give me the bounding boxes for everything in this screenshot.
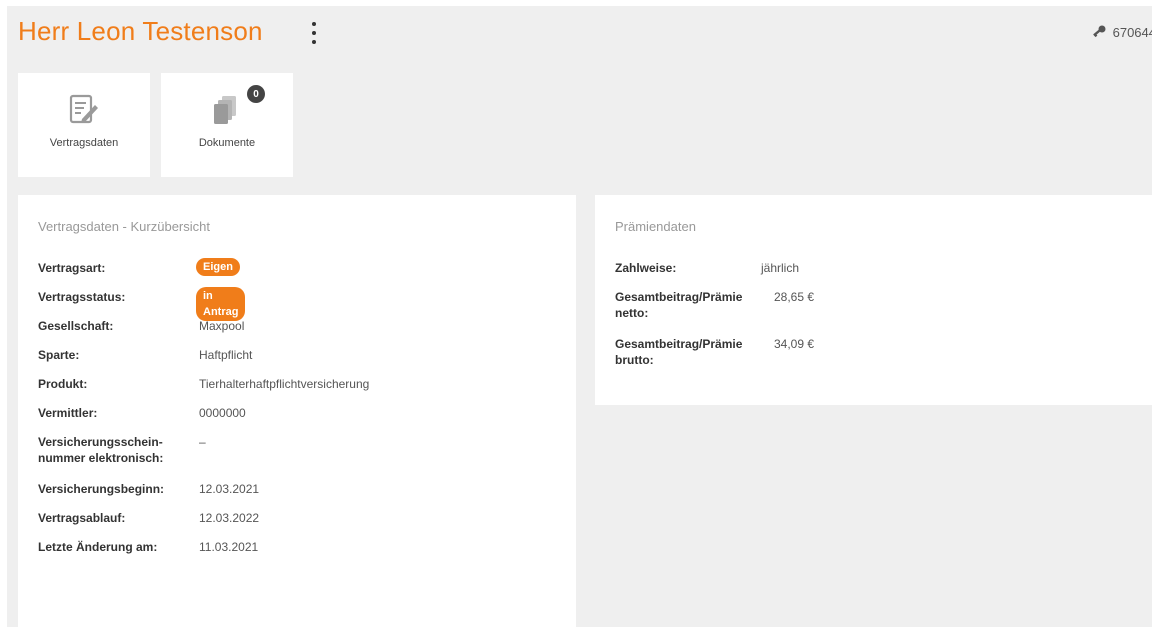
field-label-line2: brutto: bbox=[615, 353, 654, 367]
field-value: 12.03.2021 bbox=[199, 482, 260, 496]
more-options-icon[interactable] bbox=[309, 22, 319, 44]
contract-overview-card: Vertragsdaten - Kurzübersicht Vertragsar… bbox=[18, 195, 576, 627]
card-title: Prämiendaten bbox=[615, 219, 696, 234]
documents-count-badge: 0 bbox=[247, 85, 265, 103]
field-value: – bbox=[199, 435, 206, 449]
field-value: 34,09 € bbox=[774, 337, 815, 351]
field-label: Zahlweise: bbox=[615, 261, 677, 275]
field-label: Sparte: bbox=[38, 348, 80, 362]
field-value: 12.03.2022 bbox=[199, 511, 260, 525]
tile-dokumente[interactable]: 0 Dokumente bbox=[161, 73, 293, 177]
page-title: Herr Leon Testenson bbox=[18, 16, 263, 46]
premium-card: Prämiendaten Zahlweise: jährlich Gesamtb… bbox=[595, 195, 1152, 405]
tile-label: Dokumente bbox=[198, 137, 256, 149]
field-value: Maxpool bbox=[199, 319, 245, 333]
field-label-line2: netto: bbox=[615, 306, 649, 320]
field-value: Haftpflicht bbox=[199, 348, 253, 362]
status-badge: Eigen bbox=[196, 258, 240, 276]
field-label: Versicherungsschein- bbox=[38, 435, 163, 449]
field-label: Vertragsart: bbox=[38, 261, 106, 275]
app-window: Herr Leon Testenson 670644 Vertragsdaten bbox=[7, 6, 1152, 627]
field-value: jährlich bbox=[761, 261, 800, 275]
key-icon bbox=[1092, 25, 1106, 38]
customer-id-value: 670644 bbox=[1112, 24, 1152, 40]
customer-id: 670644 bbox=[1091, 24, 1152, 40]
field-value: 28,65 € bbox=[774, 290, 815, 304]
contract-edit-icon bbox=[69, 94, 98, 124]
field-label: Vertragsstatus: bbox=[38, 290, 126, 304]
field-label: Vermittler: bbox=[38, 406, 98, 420]
field-value: Tierhalterhaftpflichtversicherung bbox=[199, 377, 370, 391]
status-badge: in Antrag bbox=[196, 287, 246, 321]
field-label: Gesamtbeitrag/Prämie bbox=[615, 290, 743, 304]
field-label: Letzte Änderung am: bbox=[38, 540, 158, 554]
field-value: 0000000 bbox=[199, 406, 246, 420]
field-label-line2: nummer elektronisch: bbox=[38, 451, 164, 465]
documents-icon bbox=[214, 96, 236, 124]
tile-label: Vertragsdaten bbox=[49, 137, 119, 149]
card-title: Vertragsdaten - Kurzübersicht bbox=[38, 219, 210, 234]
field-label: Gesellschaft: bbox=[38, 319, 114, 333]
tile-vertragsdaten[interactable]: Vertragsdaten bbox=[18, 73, 150, 177]
field-value: 11.03.2021 bbox=[199, 540, 259, 554]
field-label: Gesamtbeitrag/Prämie bbox=[615, 337, 743, 351]
field-label: Versicherungsbeginn: bbox=[38, 482, 165, 496]
field-label: Produkt: bbox=[38, 377, 88, 391]
field-label: Vertragsablauf: bbox=[38, 511, 126, 525]
